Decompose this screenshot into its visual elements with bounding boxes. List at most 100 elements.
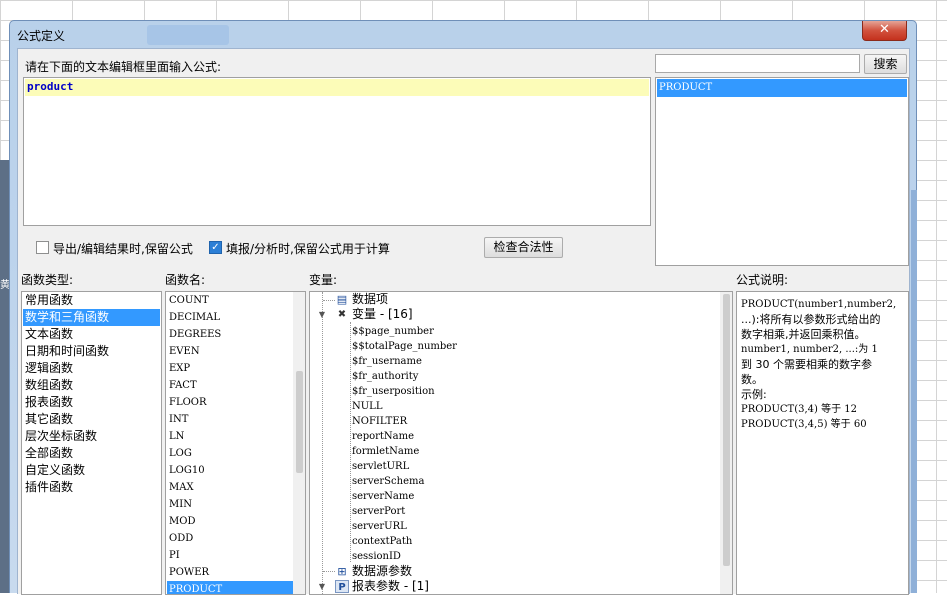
- variable-item[interactable]: $$page_number: [352, 324, 434, 339]
- variable-item[interactable]: NOFILTER: [352, 414, 407, 429]
- function-name-item[interactable]: POWER: [167, 564, 209, 581]
- tree-connector: [323, 571, 335, 572]
- description-line: PRODUCT(3,4) 等于 12: [741, 404, 858, 415]
- function-name-item[interactable]: LN: [167, 428, 184, 445]
- variables-scroll-thumb[interactable]: [723, 294, 730, 566]
- function-names-header: 函数名:: [165, 273, 206, 287]
- variable-item[interactable]: reportName: [352, 429, 414, 444]
- variable-item[interactable]: $fr_username: [352, 354, 422, 369]
- search-button[interactable]: 搜索: [864, 54, 907, 74]
- function-type-item[interactable]: 全部函数: [23, 445, 73, 462]
- function-type-item[interactable]: 文本函数: [23, 326, 73, 343]
- formula-editor[interactable]: product: [23, 77, 651, 226]
- description-line: 数字相乘,并返回乘积值。: [741, 328, 866, 341]
- formula-dialog: 公式定义 ✕ 请在下面的文本编辑框里面输入公式: product 搜索 PROD…: [9, 20, 917, 595]
- function-name-item[interactable]: ODD: [167, 530, 193, 547]
- description-header: 公式说明:: [736, 273, 789, 287]
- function-types-header: 函数类型:: [21, 273, 74, 287]
- checkmark-icon: ✓: [211, 242, 220, 253]
- function-name-item[interactable]: MAX: [167, 479, 194, 496]
- check-validity-button[interactable]: 检查合法性: [484, 237, 563, 258]
- sheet-cell-text: 黄: [0, 280, 9, 291]
- editor-prompt: 请在下面的文本编辑框里面输入公式:: [25, 60, 222, 74]
- variable-item[interactable]: formletName: [352, 444, 419, 459]
- function-type-item[interactable]: 常用函数: [23, 292, 73, 309]
- function-name-item[interactable]: PI: [167, 547, 180, 564]
- close-button[interactable]: ✕: [862, 21, 907, 41]
- collapse-arrow-icon[interactable]: ▼: [315, 308, 329, 321]
- variable-group-icon: ✖: [337, 309, 347, 320]
- current-line-highlight: [25, 79, 649, 96]
- variable-item[interactable]: serverName: [352, 489, 414, 504]
- dialog-title: 公式定义: [17, 29, 66, 43]
- data-item-icon: ▤: [336, 293, 348, 306]
- description-line: 示例:: [741, 388, 767, 401]
- function-type-item[interactable]: 报表函数: [23, 394, 73, 411]
- function-types-list[interactable]: 常用函数 数学和三角函数 文本函数 日期和时间函数 逻辑函数 数组函数 报表函数…: [21, 291, 162, 595]
- function-name-item[interactable]: MOD: [167, 513, 195, 530]
- function-type-item[interactable]: 插件函数: [23, 479, 73, 496]
- datasource-params-icon: ⊞: [337, 565, 347, 578]
- export-keep-formula-checkbox[interactable]: [36, 241, 49, 254]
- variables-scrollbar[interactable]: [720, 292, 732, 594]
- report-param-icon: P: [335, 580, 349, 593]
- search-input[interactable]: [655, 54, 860, 73]
- function-type-item-selected[interactable]: 数学和三角函数: [23, 309, 160, 326]
- function-type-item[interactable]: 其它函数: [23, 411, 73, 428]
- window-edge-strip: [911, 190, 917, 593]
- fill-keep-formula-checkbox[interactable]: ✓: [209, 241, 222, 254]
- description-line: PRODUCT(number1,number2,: [741, 299, 897, 310]
- function-type-item[interactable]: 数组函数: [23, 377, 73, 394]
- variable-item[interactable]: serverURL: [352, 519, 407, 534]
- function-name-item[interactable]: EXP: [167, 360, 190, 377]
- function-names-scrollbar[interactable]: [293, 292, 305, 594]
- function-names-list[interactable]: COUNT DECIMAL DEGREES EVEN EXP FACT FLOO…: [165, 291, 306, 595]
- variable-item[interactable]: contextPath: [352, 534, 412, 549]
- tree-guide-line: [322, 292, 323, 594]
- description-panel: PRODUCT(number1,number2, ...):将所有以参数形式给出…: [736, 291, 909, 595]
- search-results-list[interactable]: PRODUCT: [655, 77, 909, 266]
- tree-connector: [323, 300, 335, 301]
- description-line: ...):将所有以参数形式给出的: [741, 313, 881, 326]
- variable-item[interactable]: $$totalPage_number: [352, 339, 457, 354]
- function-name-item[interactable]: LOG: [167, 445, 192, 462]
- variables-tree[interactable]: ▤ 数据项 ▼ ✖ 变量 - [16] $$page_number $$tota…: [309, 291, 733, 595]
- function-type-item[interactable]: 层次坐标函数: [23, 428, 97, 445]
- function-name-item[interactable]: EVEN: [167, 343, 200, 360]
- tree-guide-line: [350, 322, 351, 562]
- function-name-item[interactable]: MIN: [167, 496, 192, 513]
- tree-report-params[interactable]: 报表参数 - [1]: [352, 579, 429, 594]
- function-name-item[interactable]: INT: [167, 411, 188, 428]
- tree-variable-group[interactable]: 变量 - [16]: [352, 307, 413, 322]
- export-keep-formula-label: 导出/编辑结果时,保留公式: [53, 242, 193, 256]
- dialog-content: 请在下面的文本编辑框里面输入公式: product 搜索 PRODUCT 导出/…: [17, 48, 910, 595]
- variable-item[interactable]: serverPort: [352, 504, 405, 519]
- description-line: 到 30 个需要相乘的数字参: [741, 358, 872, 371]
- variable-item[interactable]: $fr_authority: [352, 369, 418, 384]
- variable-item[interactable]: $fr_userposition: [352, 384, 435, 399]
- formula-text[interactable]: product: [27, 79, 73, 94]
- sheet-left-strip: [0, 160, 9, 593]
- function-name-item[interactable]: DEGREES: [167, 326, 221, 343]
- function-name-item[interactable]: LOG10: [167, 462, 205, 479]
- function-type-item[interactable]: 自定义函数: [23, 462, 85, 479]
- function-name-item[interactable]: FLOOR: [167, 394, 207, 411]
- variable-item[interactable]: servletURL: [352, 459, 409, 474]
- variable-item[interactable]: sessionID: [352, 549, 401, 564]
- description-line: number1, number2, ...:为 1: [741, 344, 878, 355]
- function-name-item[interactable]: DECIMAL: [167, 309, 220, 326]
- function-type-item[interactable]: 日期和时间函数: [23, 343, 109, 360]
- search-result-item[interactable]: PRODUCT: [657, 79, 907, 97]
- function-names-scroll-thumb[interactable]: [296, 371, 303, 473]
- variable-item[interactable]: NULL: [352, 399, 382, 414]
- variable-item[interactable]: serverSchema: [352, 474, 424, 489]
- description-line: 数。: [741, 373, 763, 386]
- collapse-arrow-icon[interactable]: ▼: [315, 580, 329, 593]
- function-name-item[interactable]: FACT: [167, 377, 197, 394]
- title-glow: [147, 25, 229, 45]
- function-name-item[interactable]: COUNT: [167, 292, 209, 309]
- fill-keep-formula-label: 填报/分析时,保留公式用于计算: [226, 242, 390, 256]
- tree-data-item[interactable]: 数据项: [352, 292, 388, 307]
- function-type-item[interactable]: 逻辑函数: [23, 360, 73, 377]
- tree-datasource-params[interactable]: 数据源参数: [352, 564, 412, 579]
